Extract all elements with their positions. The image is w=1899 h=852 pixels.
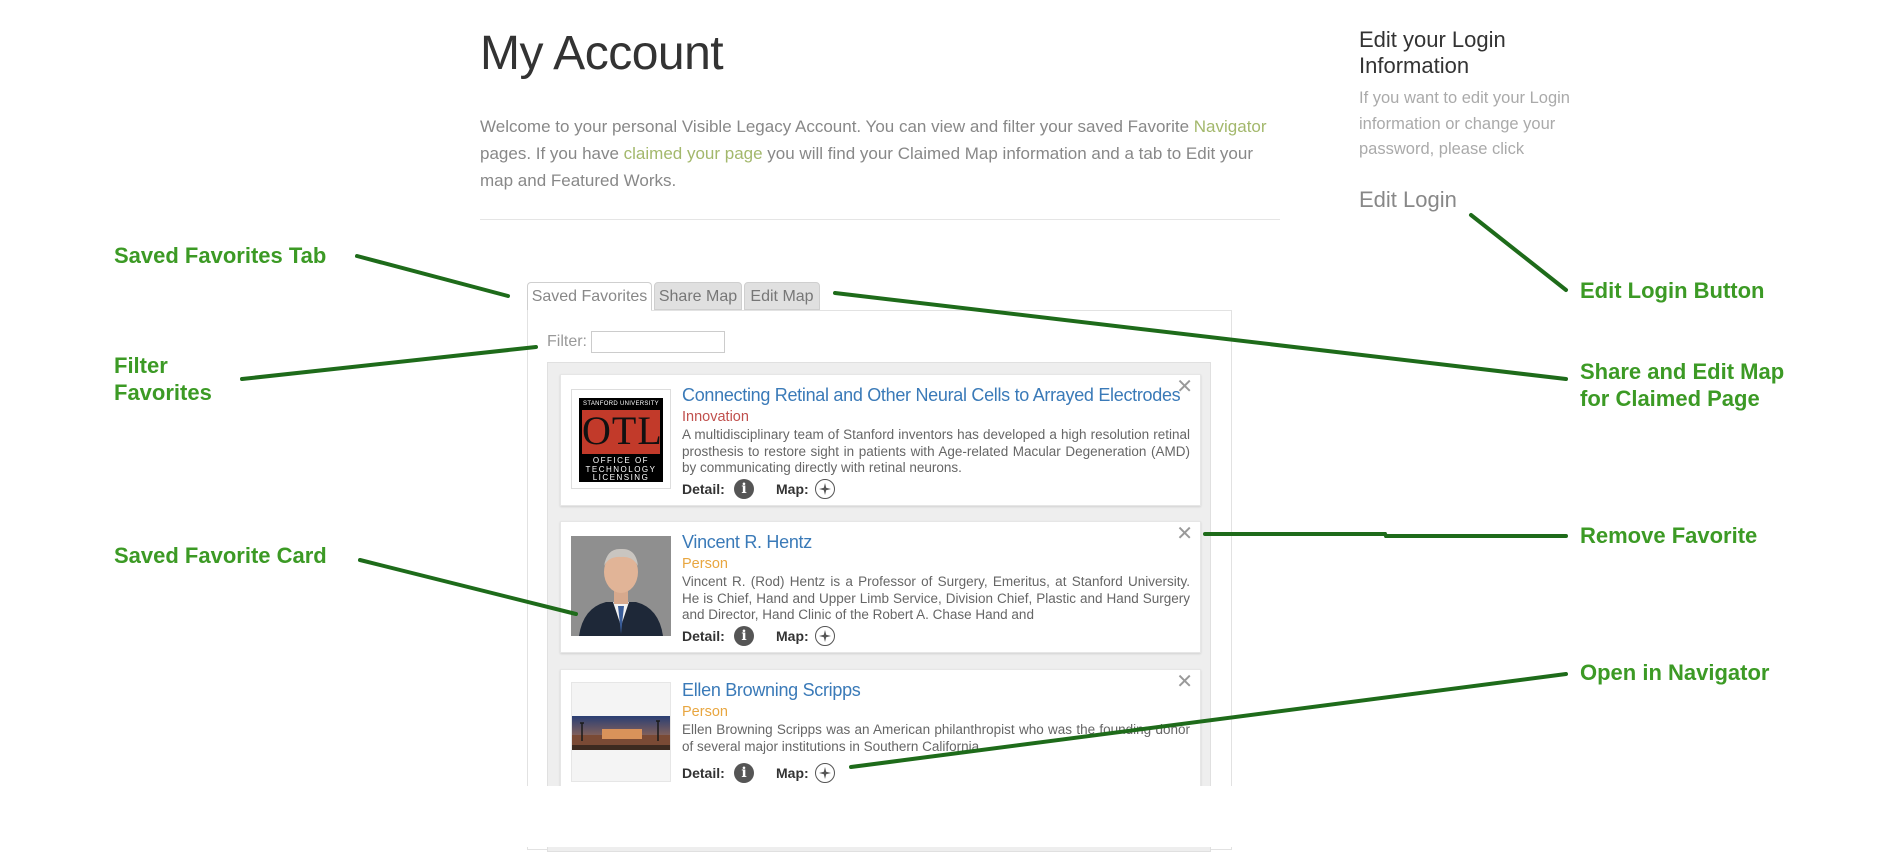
callout-line-filter [240, 345, 538, 381]
callout-line-edit-login [1469, 213, 1568, 292]
annotation-saved-favorite-card: Saved Favorite Card [114, 543, 327, 568]
callout-line-saved-tab [355, 254, 510, 298]
callout-line-share-edit [833, 291, 1568, 381]
annotation-share-edit-map: Share and Edit Map for Claimed Page [1580, 359, 1785, 411]
callout-line-navigator [849, 672, 1568, 769]
annotation-open-navigator: Open in Navigator [1580, 660, 1770, 685]
annotation-edit-login-button: Edit Login Button [1580, 278, 1765, 303]
annotation-lines [240, 213, 1568, 769]
callout-line-card [358, 558, 578, 616]
annotation-filter-favorites: Filter Favorites [114, 353, 212, 405]
annotation-remove-favorite: Remove Favorite [1580, 523, 1758, 548]
annotation-saved-favorites-tab: Saved Favorites Tab [114, 243, 327, 268]
callout-line-remove [1203, 532, 1568, 538]
